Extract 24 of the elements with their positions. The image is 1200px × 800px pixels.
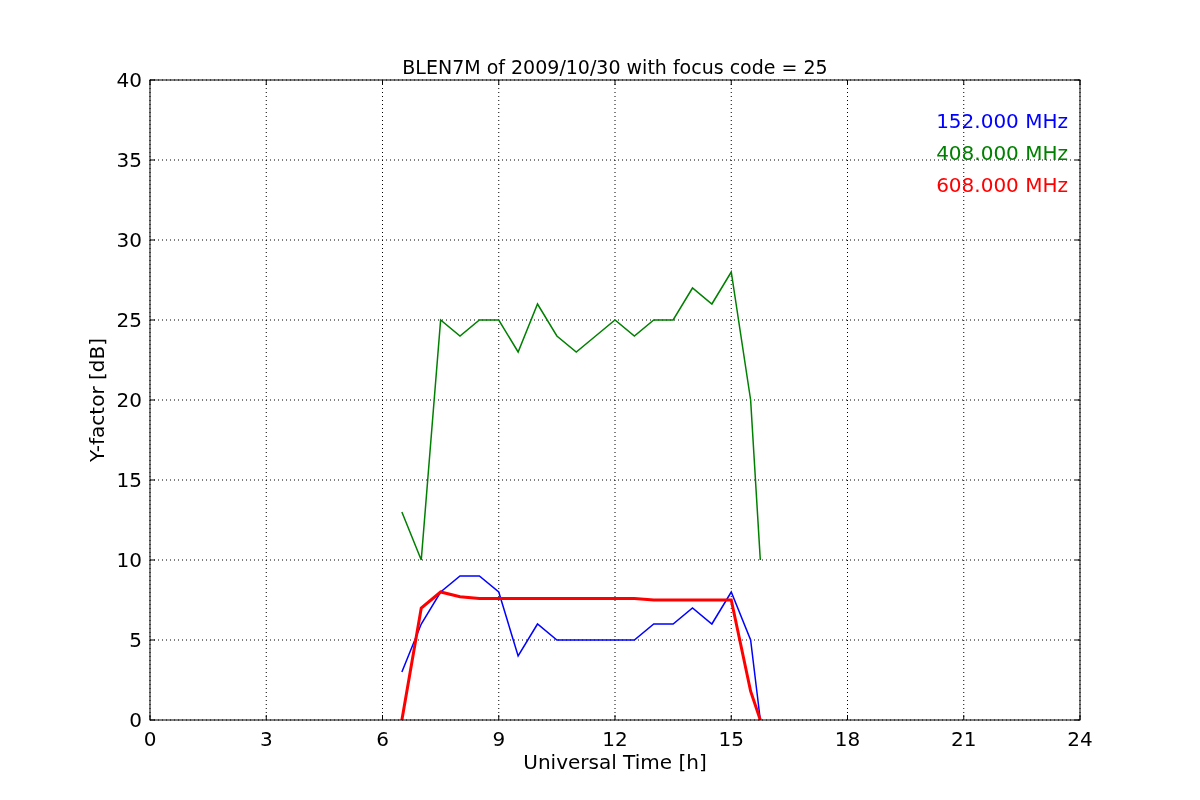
- y-tick-label: 15: [116, 468, 142, 492]
- y-tick-label: 10: [116, 548, 142, 572]
- x-tick-label: 21: [951, 727, 977, 751]
- y-tick-label: 5: [129, 628, 142, 652]
- y-tick-label: 25: [116, 308, 142, 332]
- x-tick-label: 18: [834, 727, 861, 751]
- x-tick-label: 0: [143, 727, 157, 751]
- x-tick-label: 12: [602, 727, 628, 751]
- x-tick-label: 9: [492, 727, 506, 751]
- legend-label: 408.000 MHz: [936, 141, 1068, 165]
- x-tick-label: 3: [259, 727, 273, 751]
- x-tick-label: 15: [718, 727, 744, 751]
- y-tick-label: 40: [116, 68, 142, 92]
- y-tick-label: 20: [116, 388, 142, 412]
- y-tick-label: 0: [129, 708, 142, 732]
- x-axis-label: Universal Time [h]: [523, 750, 707, 774]
- x-tick-label: 6: [376, 727, 389, 751]
- legend-label: 152.000 MHz: [936, 109, 1068, 133]
- y-tick-label: 30: [116, 228, 142, 252]
- chart-title: BLEN7M of 2009/10/30 with focus code = 25: [402, 56, 828, 78]
- y-tick-label: 35: [116, 148, 142, 172]
- y-axis-label: Y-factor [dB]: [85, 338, 109, 462]
- legend-label: 608.000 MHz: [936, 173, 1068, 197]
- x-tick-label: 24: [1067, 727, 1093, 751]
